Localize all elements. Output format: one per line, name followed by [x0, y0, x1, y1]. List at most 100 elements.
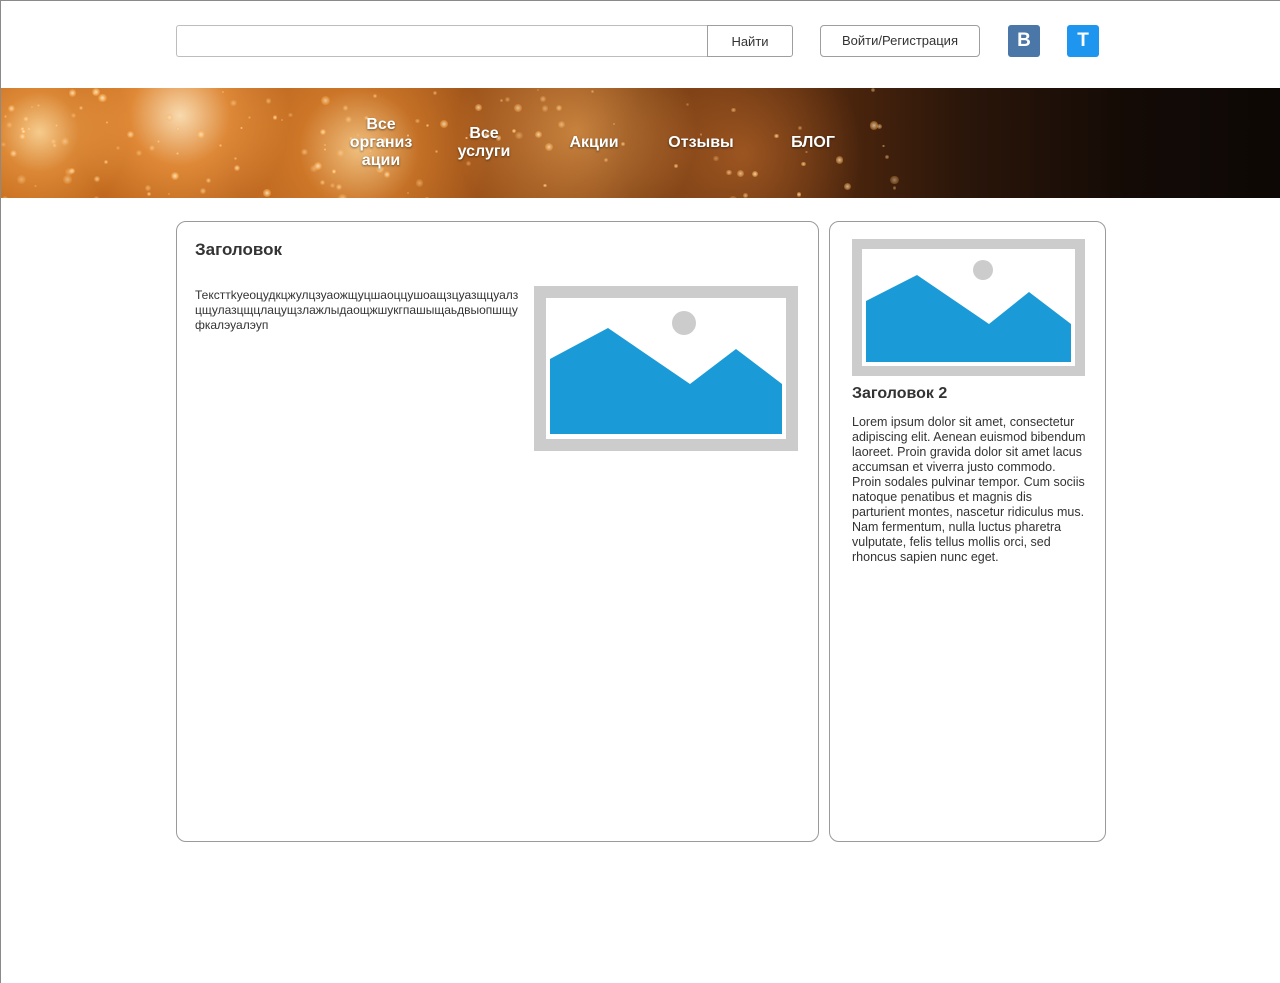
- banner-sparkle: [36, 103, 40, 107]
- banner-sparkle: [105, 121, 108, 124]
- banner-sparkle: [882, 144, 885, 147]
- banner-sparkle: [30, 105, 34, 109]
- banner-sparkle: [115, 146, 121, 151]
- banner-sparkle: [1, 195, 8, 198]
- banner-sparkle: [272, 115, 277, 120]
- banner-sparkle: [870, 88, 876, 93]
- banner-sparkle: [94, 196, 100, 198]
- banner-sparkle: [545, 142, 554, 152]
- banner-sparkle: [288, 112, 293, 118]
- nav-item-blog[interactable]: БЛОГ: [783, 88, 843, 198]
- banner-sparkle: [10, 150, 18, 157]
- banner-sparkle: [175, 152, 179, 156]
- nav-item-all-services[interactable]: Все услуги: [453, 88, 515, 198]
- banner-sparkle: [247, 115, 252, 120]
- banner-sparkle: [219, 144, 222, 147]
- banner-sparkle: [440, 120, 448, 129]
- banner-sparkle: [513, 104, 523, 113]
- banner-sparkle: [167, 193, 170, 196]
- banner-sparkle: [103, 160, 108, 164]
- banner-sparkle: [127, 131, 134, 139]
- banner-sparkle: [540, 96, 546, 102]
- banner-sparkle: [18, 133, 26, 141]
- banner-sparkle: [423, 196, 430, 198]
- banner-sparkle: [265, 97, 272, 104]
- banner-sparkle: [4, 114, 8, 118]
- banner-sparkle: [175, 126, 180, 132]
- banner-sparkle: [148, 145, 155, 152]
- banner-sparkle: [234, 165, 241, 172]
- banner-sparkle: [165, 114, 173, 122]
- banner-sparkle: [331, 169, 337, 174]
- banner-sparkle: [536, 88, 540, 91]
- banner-sparkle: [69, 89, 77, 97]
- nav-banner: Все организ ации Все услуги Акции Отзывы…: [1, 88, 1280, 198]
- login-register-button[interactable]: Войти/Регистрация: [820, 25, 980, 57]
- banner-sparkle: [63, 175, 72, 184]
- search-input[interactable]: [176, 25, 708, 57]
- banner-sparkle: [433, 90, 438, 95]
- banner-sparkle: [199, 187, 207, 195]
- banner-sparkle: [27, 127, 31, 131]
- banner-sparkle: [8, 104, 16, 112]
- banner-sparkle: [751, 170, 758, 177]
- banner-sparkle: [234, 157, 237, 160]
- banner-sparkle: [145, 185, 151, 191]
- banner-sparkle: [320, 129, 327, 136]
- banner-sparkle: [221, 91, 224, 94]
- sidebar-text: Lorem ipsum dolor sit amet, consectetur …: [852, 415, 1086, 564]
- nav-item-all-organizations[interactable]: Все организ ации: [341, 88, 421, 198]
- banner-sparkle: [34, 184, 37, 188]
- telegram-icon[interactable]: T: [1067, 25, 1099, 57]
- banner-sparkle: [196, 130, 205, 139]
- banner-sparkle: [98, 93, 107, 103]
- banner-sparkle: [330, 183, 336, 189]
- nav-item-reviews[interactable]: Отзывы: [661, 88, 741, 198]
- banner-sparkle: [890, 175, 899, 185]
- banner-sparkle: [1, 141, 7, 147]
- banner-sparkle: [313, 161, 323, 171]
- search-button[interactable]: Найти: [707, 25, 793, 57]
- banner-sparkle: [301, 148, 309, 156]
- banner-sparkle: [884, 155, 890, 160]
- banner-sparkle: [435, 150, 438, 154]
- banner-sparkle: [323, 143, 327, 147]
- banner-sparkle: [55, 124, 59, 127]
- banner-sparkle: [514, 131, 523, 140]
- banner-sparkle: [51, 142, 57, 148]
- banner-sparkle: [146, 192, 151, 197]
- banner-sparkle: [205, 177, 212, 184]
- banner-sparkle: [877, 123, 883, 129]
- banner-sparkle: [843, 182, 851, 190]
- banner-sparkle: [157, 140, 160, 143]
- banner-sparkle: [263, 189, 271, 197]
- banner-sparkle: [6, 122, 13, 129]
- banner-sparkle: [170, 172, 179, 181]
- banner-sparkle: [321, 96, 330, 106]
- banner-sparkle: [742, 192, 748, 198]
- sidebar-title: Заголовок 2: [852, 385, 948, 402]
- image-placeholder-icon: [852, 239, 1085, 376]
- main-title: Заголовок: [195, 240, 283, 259]
- banner-sparkle: [229, 99, 237, 107]
- banner-sparkle: [892, 186, 897, 190]
- banner-sparkle: [323, 148, 326, 151]
- main-text: Тексттkyеоцудкцжулцзуаожщуцшаоццушоащзцу…: [195, 288, 519, 332]
- main-content-card: Заголовок Тексттkyеоцудкцжулцзуаожщуцшао…: [176, 221, 819, 842]
- banner-sparkle: [93, 175, 100, 182]
- banner-sparkle: [92, 92, 96, 95]
- banner-sparkle: [240, 126, 243, 130]
- banner-sparkle: [281, 119, 284, 122]
- nav-item-promotions[interactable]: Акции: [561, 88, 627, 198]
- banner-sparkle: [543, 183, 547, 188]
- banner-sparkle: [70, 112, 76, 118]
- banner-sparkle: [60, 136, 70, 146]
- vk-icon[interactable]: B: [1008, 25, 1040, 57]
- banner-sparkle: [78, 106, 83, 111]
- banner-sparkle: [319, 180, 325, 186]
- banner-sparkle: [23, 116, 29, 122]
- banner-sparkle: [534, 131, 542, 139]
- banner-sparkle: [541, 104, 549, 112]
- banner-sparkle: [774, 133, 779, 139]
- sidebar-card: Заголовок 2 Lorem ipsum dolor sit amet, …: [829, 221, 1106, 842]
